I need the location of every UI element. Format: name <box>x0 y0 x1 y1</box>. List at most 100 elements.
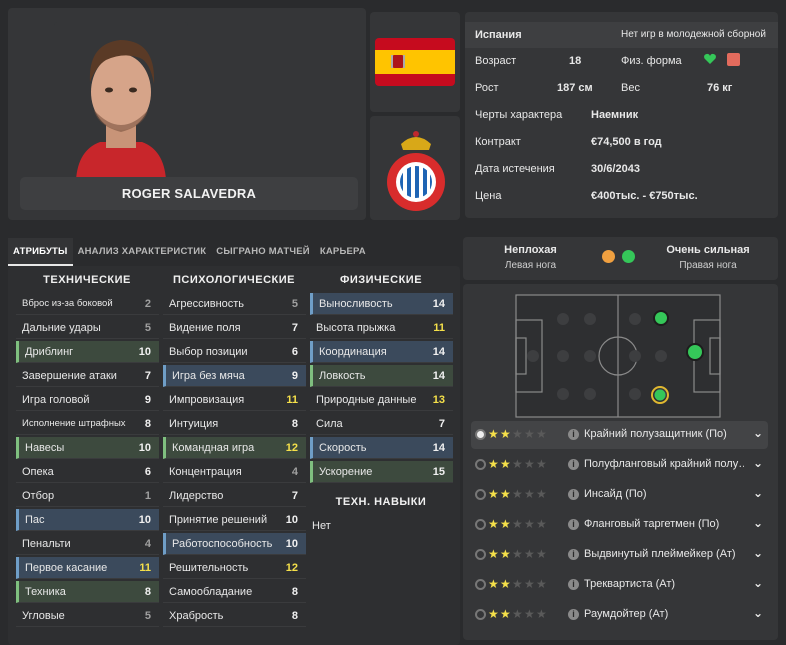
attribute-row[interactable]: Опека 6 <box>16 461 159 483</box>
tab-matches[interactable]: СЫГРАНО МАТЧЕЙ <box>211 238 315 266</box>
attribute-row[interactable]: Дальние удары 5 <box>16 317 159 339</box>
attribute-row[interactable]: Концентрация 4 <box>163 461 306 483</box>
attribute-value: 10 <box>138 442 151 454</box>
info-icon[interactable]: i <box>568 429 579 440</box>
tab-analysis[interactable]: АНАЛИЗ ХАРАКТЕРИСТИК <box>73 238 212 266</box>
attribute-row[interactable]: Отбор 1 <box>16 485 159 507</box>
info-icon[interactable]: i <box>568 549 579 560</box>
attribute-row[interactable]: Видение поля 7 <box>163 317 306 339</box>
attribute-value: 10 <box>285 514 298 526</box>
nation-flag-panel[interactable] <box>370 12 460 112</box>
attribute-value: 14 <box>432 346 445 358</box>
attribute-label: Ловкость <box>319 370 366 382</box>
chevron-down-icon[interactable]: ⌄ <box>753 516 763 530</box>
attribute-label: Природные данные <box>316 394 417 406</box>
info-icon[interactable]: i <box>568 489 579 500</box>
chevron-down-icon[interactable]: ⌄ <box>753 486 763 500</box>
chevron-down-icon[interactable]: ⌄ <box>753 606 763 620</box>
attribute-row[interactable]: Сила 7 <box>310 413 453 435</box>
attribute-row[interactable]: Лидерство 7 <box>163 485 306 507</box>
physical-header: ФИЗИЧЕСКИЕ <box>339 274 423 286</box>
radio-icon[interactable] <box>475 609 486 620</box>
attribute-row[interactable]: Выносливость 14 <box>310 293 453 315</box>
tab-career[interactable]: КАРЬЕРА <box>315 238 371 266</box>
radio-icon[interactable] <box>475 489 486 500</box>
attribute-value: 12 <box>285 562 298 574</box>
info-icon[interactable]: i <box>568 519 579 530</box>
attribute-row[interactable]: Техника 8 <box>16 581 159 603</box>
tab-attributes[interactable]: АТРИБУТЫ <box>8 238 73 266</box>
role-row[interactable]: ★ ★ ★ ★ ★ i Раумдойтер (Ат) ⌄ <box>471 601 768 629</box>
star-icon: ★ <box>524 577 535 591</box>
role-row[interactable]: ★ ★ ★ ★ ★ i Инсайд (По) ⌄ <box>471 481 768 509</box>
chevron-down-icon[interactable]: ⌄ <box>753 456 763 470</box>
attribute-row[interactable]: Дриблинг 10 <box>16 341 159 363</box>
attribute-row[interactable]: Пас 10 <box>16 509 159 531</box>
attribute-row[interactable]: Принятие решений 10 <box>163 509 306 531</box>
attribute-row[interactable]: Завершение атаки 7 <box>16 365 159 387</box>
mental-header: ПСИХОЛОГИЧЕСКИЕ <box>173 274 295 286</box>
attribute-row[interactable]: Самообладание 8 <box>163 581 306 603</box>
info-icon[interactable]: i <box>568 579 579 590</box>
attribute-row[interactable]: Работоспособность 10 <box>163 533 306 555</box>
attribute-row[interactable]: Интуиция 8 <box>163 413 306 435</box>
attribute-row[interactable]: Игра без мяча 9 <box>163 365 306 387</box>
traits-label: Черты характера <box>475 109 563 121</box>
attribute-value: 5 <box>144 610 151 622</box>
attribute-row[interactable]: Храбрость 8 <box>163 605 306 627</box>
heart-icon <box>703 52 717 69</box>
attribute-row[interactable]: Первое касание 11 <box>16 557 159 579</box>
star-icon: ★ <box>524 427 535 441</box>
radio-icon[interactable] <box>475 549 486 560</box>
info-traits-row: Черты характера Наемник <box>465 102 778 128</box>
star-icon: ★ <box>512 427 523 441</box>
attribute-row[interactable]: Исполнение штрафных 8 <box>16 413 159 435</box>
attribute-row[interactable]: Командная игра 12 <box>163 437 306 459</box>
attribute-label: Высота прыжка <box>316 322 396 334</box>
attribute-row[interactable]: Навесы 10 <box>16 437 159 459</box>
info-icon[interactable]: i <box>568 459 579 470</box>
chevron-down-icon[interactable]: ⌄ <box>753 546 763 560</box>
role-row[interactable]: ★ ★ ★ ★ ★ i Крайний полузащитник (По) ⌄ <box>471 421 768 449</box>
radio-icon[interactable] <box>475 459 486 470</box>
info-icon[interactable]: i <box>568 609 579 620</box>
attribute-label: Работоспособность <box>172 538 273 550</box>
role-label: Фланговый таргетмен (По) <box>584 518 720 530</box>
attribute-row[interactable]: Высота прыжка 11 <box>310 317 453 339</box>
weight-value: 76 кг <box>707 82 733 94</box>
attribute-row[interactable]: Угловые 5 <box>16 605 159 627</box>
attribute-row[interactable]: Выбор позиции 6 <box>163 341 306 363</box>
role-row[interactable]: ★ ★ ★ ★ ★ i Треквартиста (Ат) ⌄ <box>471 571 768 599</box>
attribute-row[interactable]: Координация 14 <box>310 341 453 363</box>
attribute-row[interactable]: Игра головой 9 <box>16 389 159 411</box>
role-row[interactable]: ★ ★ ★ ★ ★ i Выдвинутый плеймейкер (Ат) ⌄ <box>471 541 768 569</box>
attribute-row[interactable]: Агрессивность 5 <box>163 293 306 315</box>
chevron-down-icon[interactable]: ⌄ <box>753 426 763 440</box>
radio-icon[interactable] <box>475 429 486 440</box>
attribute-row[interactable]: Скорость 14 <box>310 437 453 459</box>
attribute-label: Угловые <box>22 610 65 622</box>
club-badge-icon <box>387 131 445 211</box>
role-row[interactable]: ★ ★ ★ ★ ★ i Полуфланговый крайний полу… ⌄ <box>471 451 768 479</box>
chevron-down-icon[interactable]: ⌄ <box>753 576 763 590</box>
attribute-row[interactable]: Ловкость 14 <box>310 365 453 387</box>
star-icon: ★ <box>512 457 523 471</box>
info-age-row: Возраст 18 Физ. форма <box>465 48 778 74</box>
attribute-row[interactable]: Природные данные 13 <box>310 389 453 411</box>
radio-icon[interactable] <box>475 579 486 590</box>
info-contract-row: Контракт €74,500 в год <box>465 129 778 155</box>
attribute-label: Самообладание <box>169 586 253 598</box>
attribute-row[interactable]: Ускорение 15 <box>310 461 453 483</box>
attribute-row[interactable]: Импровизация 11 <box>163 389 306 411</box>
attribute-row[interactable]: Пенальти 4 <box>16 533 159 555</box>
attribute-row[interactable]: Вброс из-за боковой 2 <box>16 293 159 315</box>
star-icon: ★ <box>500 517 511 531</box>
attribute-value: 4 <box>291 466 298 478</box>
role-row[interactable]: ★ ★ ★ ★ ★ i Фланговый таргетмен (По) ⌄ <box>471 511 768 539</box>
attribute-value: 14 <box>432 370 445 382</box>
club-badge-panel[interactable] <box>370 116 460 220</box>
pitch-diagram <box>515 294 721 418</box>
attribute-value: 14 <box>432 298 445 310</box>
radio-icon[interactable] <box>475 519 486 530</box>
attribute-row[interactable]: Решительность 12 <box>163 557 306 579</box>
